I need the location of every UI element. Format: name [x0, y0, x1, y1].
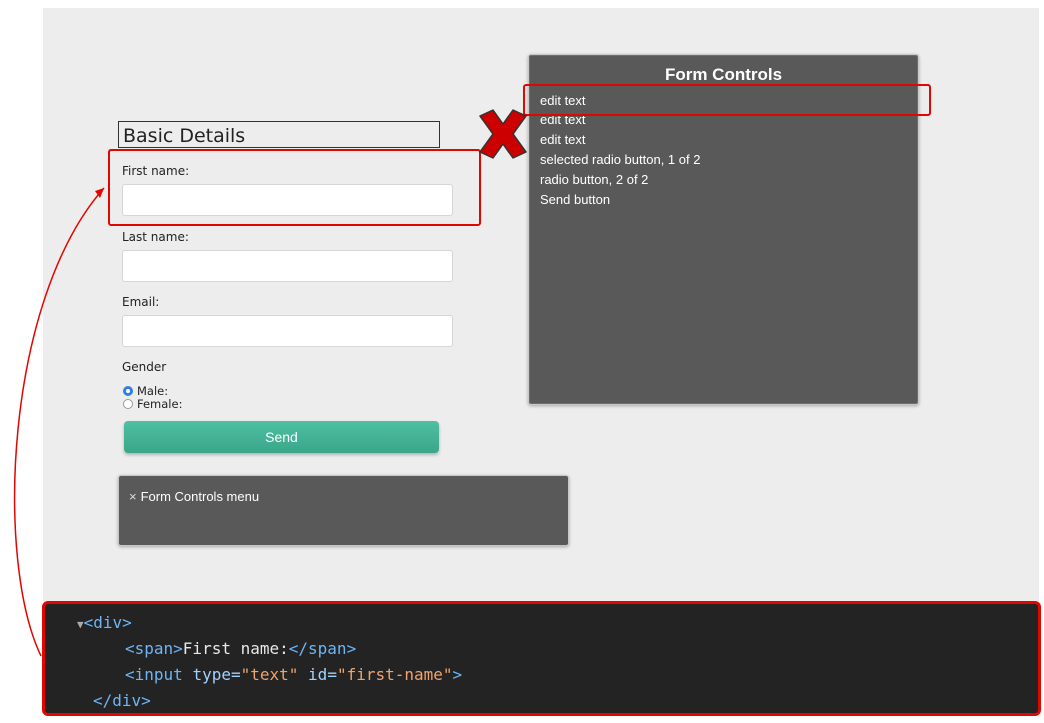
close-icon[interactable]: ×: [129, 489, 137, 504]
form-legend: Basic Details: [118, 121, 440, 148]
panel-item-edit-text-3[interactable]: edit text: [540, 130, 700, 150]
email-input[interactable]: [122, 315, 453, 347]
panel-list: edit text edit text edit text selected r…: [540, 91, 700, 210]
radio-female[interactable]: [123, 398, 133, 409]
send-button[interactable]: Send: [124, 421, 439, 453]
menu-label: Form Controls menu: [140, 489, 260, 504]
first-name-input[interactable]: [122, 184, 453, 216]
code-line-div-open: ▼<div>: [77, 610, 132, 638]
code-id-value: "first-name": [336, 665, 453, 684]
radio-female-label: Female:: [137, 396, 183, 411]
first-name-label: First name:: [122, 164, 190, 178]
last-name-label: Last name:: [122, 230, 189, 244]
dom-code-block: ▼<div> <span>First name:</span> <input t…: [42, 601, 1041, 716]
code-span-close: </span>: [288, 639, 357, 658]
panel-item-radio-2[interactable]: radio button, 2 of 2: [540, 170, 700, 190]
disclosure-triangle-icon[interactable]: ▼: [77, 618, 84, 631]
gender-option-female[interactable]: Female:: [123, 396, 183, 411]
code-input-end: >: [452, 665, 463, 684]
panel-item-send-button[interactable]: Send button: [540, 190, 700, 210]
panel-item-edit-text-2[interactable]: edit text: [540, 110, 700, 130]
form-controls-panel: Form Controls edit text edit text edit t…: [528, 54, 919, 405]
code-span-text: First name:: [182, 639, 289, 658]
code-line-div-close: </div>: [93, 688, 151, 714]
form-controls-menu: × Form Controls menu: [118, 475, 569, 546]
code-div-close: </div>: [93, 691, 151, 710]
code-input-start: <input: [125, 665, 183, 684]
code-attr-id: id=: [308, 665, 337, 684]
radio-male-label: Male:: [137, 383, 169, 398]
panel-item-radio-1[interactable]: selected radio button, 1 of 2: [540, 150, 700, 170]
radio-male[interactable]: [123, 385, 133, 396]
code-span-open: <span>: [125, 639, 183, 658]
code-line-span: <span>First name:</span>: [125, 636, 356, 662]
panel-item-edit-text-1[interactable]: edit text: [540, 91, 700, 111]
code-div-open: <div>: [83, 613, 132, 632]
last-name-input[interactable]: [122, 250, 453, 282]
gender-label: Gender: [122, 360, 167, 374]
panel-title: Form Controls: [664, 65, 783, 84]
code-type-value: "text": [240, 665, 299, 684]
gender-option-male[interactable]: Male:: [123, 383, 169, 398]
code-line-input: <input type="text" id="first-name">: [125, 662, 462, 688]
email-label: Email:: [122, 295, 160, 309]
menu-header: × Form Controls menu: [129, 489, 259, 504]
code-attr-type: type=: [192, 665, 241, 684]
